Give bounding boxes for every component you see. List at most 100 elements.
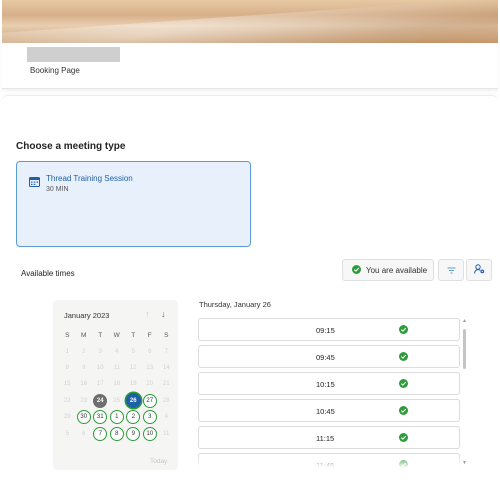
weekday-label: W	[113, 331, 120, 339]
calendar-day-number: 5	[65, 430, 69, 437]
calendar-day-past: 1	[59, 344, 76, 360]
calendar-day-past: 28	[158, 393, 175, 409]
weekday-label: T	[131, 331, 136, 339]
calendar-day-avail[interactable]: 27	[142, 393, 159, 409]
calendar-day-number: 17	[96, 381, 104, 388]
time-slot-button[interactable]: 10:45	[198, 399, 460, 422]
calendar-week-row: 15 16 17 18 19 20 21	[59, 376, 175, 392]
settings-button[interactable]	[466, 259, 492, 281]
time-slot-button[interactable]: 09:45	[198, 345, 460, 368]
calendar-day-number: 7	[164, 348, 168, 355]
today-link[interactable]: Today	[150, 458, 167, 465]
filter-button[interactable]	[438, 259, 464, 281]
time-slot-label: 10:45	[316, 407, 335, 416]
calendar-day-number: 6	[148, 348, 152, 355]
calendar-day-number: 9	[126, 426, 141, 441]
available-check-icon	[399, 406, 408, 417]
calendar-day-past: 4	[109, 344, 126, 360]
calendar-day-past: 11	[109, 360, 126, 376]
calendar-day-number: 3	[142, 410, 157, 425]
calendar-day-number: 27	[142, 393, 157, 408]
calendar-icon	[29, 174, 40, 192]
calendar-day-past: 12	[125, 360, 142, 376]
calendar-day-number: 6	[82, 430, 86, 437]
weekday-label: T	[98, 331, 103, 339]
previous-month-arrow-icon[interactable]: ↑	[145, 309, 150, 319]
calendar-day-number: 29	[63, 414, 71, 421]
calendar-day-past: 2	[76, 344, 93, 360]
list-fade-overlay	[198, 455, 460, 471]
calendar-day-past: 6	[142, 344, 159, 360]
meeting-type-card[interactable]: Thread Training Session 30 MIN	[16, 161, 251, 247]
slot-list-scrollbar[interactable]: ▲ ▼	[462, 318, 468, 468]
available-check-icon	[399, 433, 408, 444]
calendar-day-avail[interactable]: 8	[109, 426, 126, 442]
calendar-day-past: 22	[59, 393, 76, 409]
date-picker: January 2023 ↑ ↓ S M T W T F S 1 2 3 4 5 6 7 8 9 10 11 12 1…	[53, 300, 178, 470]
calendar-day-number: 14	[162, 364, 170, 371]
selected-date-heading: Thursday, January 26	[199, 300, 271, 309]
meeting-type-heading: Choose a meeting type	[16, 141, 126, 152]
availability-status-badge: You are available	[342, 259, 434, 281]
next-month-arrow-icon[interactable]: ↓	[161, 309, 166, 319]
calendar-day-past: 15	[59, 376, 76, 392]
time-slot-button[interactable]: 09:15	[198, 318, 460, 341]
calendar-day-past: 7	[158, 344, 175, 360]
calendar-month-label: January 2023	[64, 311, 110, 320]
weekday-label: M	[81, 331, 87, 339]
time-slot-button[interactable]: 11:15	[198, 426, 460, 449]
scrollbar-thumb[interactable]	[463, 329, 466, 369]
calendar-day-past: 19	[125, 376, 142, 392]
time-slot-button[interactable]: 10:15	[198, 372, 460, 395]
calendar-day-selected[interactable]: 26	[125, 393, 142, 409]
calendar-day-number: 22	[63, 397, 71, 404]
calendar-day-avail[interactable]: 3	[142, 409, 159, 425]
check-circle-icon	[352, 264, 361, 276]
calendar-day-past: 6	[76, 426, 93, 442]
weekday-label: S	[65, 331, 70, 339]
calendar-day-number: 10	[96, 364, 104, 371]
booking-page-label: Booking Page	[30, 66, 80, 75]
calendar-day-avail[interactable]: 31	[92, 409, 109, 425]
calendar-day-number: 28	[162, 397, 170, 404]
calendar-day-number: 3	[98, 348, 102, 355]
calendar-day-past: 11	[158, 426, 175, 442]
calendar-day-number: 25	[113, 397, 121, 404]
calendar-day-avail[interactable]: 30	[76, 409, 93, 425]
calendar-day-past: 18	[109, 376, 126, 392]
calendar-day-today[interactable]: 24	[92, 393, 109, 409]
calendar-day-number: 1	[109, 410, 124, 425]
weekday-label: S	[164, 331, 169, 339]
calendar-day-number: 1	[65, 348, 69, 355]
scroll-down-arrow-icon[interactable]: ▼	[462, 460, 467, 466]
calendar-day-past: 29	[59, 409, 76, 425]
calendar-day-number: 21	[162, 381, 170, 388]
calendar-day-avail[interactable]: 9	[125, 426, 142, 442]
calendar-day-number: 2	[82, 348, 86, 355]
calendar-grid: S M T W T F S 1 2 3 4 5 6 7 8 9 10 11 12 13 14 15 16 17 18 19 20 21…	[59, 327, 175, 442]
calendar-day-avail[interactable]: 7	[92, 426, 109, 442]
calendar-day-number: 15	[63, 381, 71, 388]
calendar-day-number: 4	[115, 348, 119, 355]
calendar-day-past: 5	[59, 426, 76, 442]
calendar-day-number: 23	[80, 397, 88, 404]
calendar-day-past: 13	[142, 360, 159, 376]
time-slot-label: 11:15	[316, 434, 335, 443]
calendar-day-number: 19	[129, 381, 137, 388]
calendar-week-row: 8 9 10 11 12 13 14	[59, 360, 175, 376]
calendar-day-avail[interactable]: 1	[109, 409, 126, 425]
scroll-up-arrow-icon[interactable]: ▲	[462, 318, 467, 324]
calendar-day-number: 26	[125, 393, 141, 409]
calendar-day-past: 23	[76, 393, 93, 409]
calendar-day-avail[interactable]: 2	[125, 409, 142, 425]
calendar-day-past: 4	[158, 409, 175, 425]
available-check-icon	[399, 325, 408, 336]
available-check-icon	[399, 352, 408, 363]
time-slot-label: 09:15	[316, 326, 335, 335]
calendar-day-avail[interactable]: 10	[142, 426, 159, 442]
calendar-day-number: 16	[80, 381, 88, 388]
calendar-day-number: 9	[82, 364, 86, 371]
calendar-day-past: 8	[59, 360, 76, 376]
calendar-day-number: 30	[76, 410, 91, 425]
content-card-top	[2, 95, 498, 101]
